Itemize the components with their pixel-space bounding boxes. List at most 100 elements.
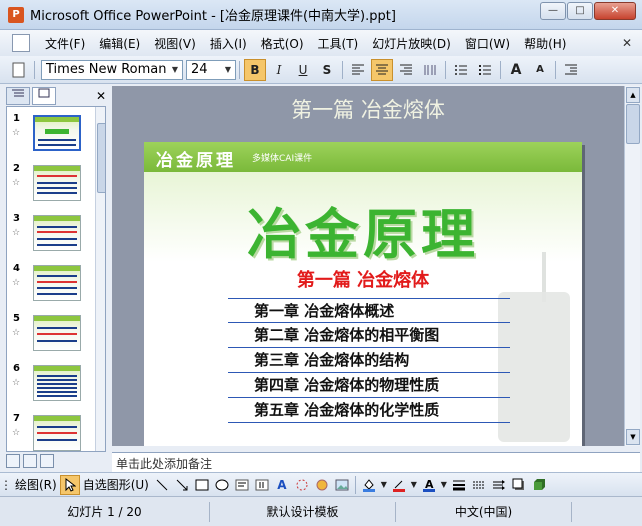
slide-thumbnail[interactable]: 7 ☆ [7,413,91,451]
arrow-style-icon[interactable] [489,475,509,495]
slide-big-title[interactable]: 冶金原理 [144,190,582,269]
diagram-icon[interactable] [292,475,312,495]
line-color-icon[interactable] [389,475,409,495]
animation-star-icon: ☆ [12,428,21,438]
menu-window[interactable]: 窗口(W) [458,35,517,52]
slide-header-title: 冶金原理 [156,151,236,171]
animation-star-icon: ☆ [12,378,21,388]
3d-style-icon[interactable] [529,475,549,495]
font-name-select[interactable]: Times New Roman ▼ [41,59,183,80]
slide-number: 6 [13,363,20,374]
menu-slideshow[interactable]: 幻灯片放映(D) [365,35,458,52]
scrollbar-thumb[interactable] [626,104,640,144]
chapter-item[interactable]: 第二章 冶金熔体的相平衡图 [228,323,510,348]
distribute-icon[interactable] [419,59,441,81]
grow-font-button[interactable]: A [505,59,527,81]
slide-subtitle[interactable]: 第一篇 冶金熔体 [144,266,582,292]
wordart-icon[interactable]: A [272,475,292,495]
chapter-item[interactable]: 第五章 冶金熔体的化学性质 [228,398,510,423]
chevron-down-icon[interactable]: ▼ [409,475,419,495]
toolbar-separator [354,475,356,494]
select-pointer-icon[interactable] [59,474,80,495]
menu-insert[interactable]: 插入(I) [203,35,254,52]
menu-file[interactable]: 文件(F) [38,35,92,52]
shadow-button[interactable]: S [316,59,338,81]
minimize-button[interactable]: — [540,2,566,20]
arrow-tool-icon[interactable] [172,475,192,495]
menu-edit[interactable]: 编辑(E) [92,35,147,52]
chevron-down-icon[interactable]: ▼ [379,475,389,495]
document-close-button[interactable]: ✕ [622,36,632,50]
bullets-icon[interactable] [474,59,496,81]
pane-close-button[interactable]: ✕ [96,89,106,103]
slide-thumbnail[interactable]: 4 ☆ [7,263,91,309]
line-tool-icon[interactable] [152,475,172,495]
thumbnail-scrollbar[interactable] [95,107,105,451]
underline-button[interactable]: U [292,59,314,81]
clipart-icon[interactable] [312,475,332,495]
textbox-tool-icon[interactable] [232,475,252,495]
menu-format[interactable]: 格式(O) [254,35,311,52]
notes-pane[interactable]: 单击此处添加备注 [112,452,640,472]
dash-style-icon[interactable] [469,475,489,495]
vertical-textbox-icon[interactable] [252,475,272,495]
slides-thumbnail-pane[interactable]: 1 ☆ 2 ☆ 3 ☆ 4 ☆ 5 ☆ 6 ☆ 7 ☆ [6,106,106,452]
line-style-icon[interactable] [449,475,469,495]
fill-color-icon[interactable] [359,475,379,495]
align-left-icon[interactable] [347,59,369,81]
slide-sorter-view-icon[interactable] [23,454,37,468]
language-status: 中文(中国) [396,501,572,522]
maximize-button[interactable]: □ [567,2,593,20]
slide-preview [33,115,81,151]
chevron-down-icon[interactable]: ▼ [439,475,449,495]
font-color-icon[interactable]: A [419,475,439,495]
align-right-icon[interactable] [395,59,417,81]
slide-thumbnail[interactable]: 6 ☆ [7,363,91,409]
animation-star-icon: ☆ [12,128,21,138]
toolbar-grip-icon: ⋮ [0,477,12,492]
title-bar: P Microsoft Office PowerPoint - [冶金原理课件(… [0,0,642,30]
align-center-icon[interactable] [371,58,393,81]
workspace-title[interactable]: 第一篇 冶金熔体 [112,94,624,124]
font-size-select[interactable]: 24 ▼ [186,59,236,80]
scrollbar-thumb[interactable] [97,123,105,193]
scroll-down-icon[interactable]: ▼ [626,429,640,445]
chapter-item[interactable]: 第一章 冶金熔体概述 [228,298,510,323]
outline-tab-icon[interactable] [6,87,30,105]
picture-icon[interactable] [332,475,352,495]
menu-view[interactable]: 视图(V) [147,35,203,52]
chapter-item[interactable]: 第三章 冶金熔体的结构 [228,348,510,373]
decrease-indent-icon[interactable] [560,59,582,81]
close-button[interactable]: ✕ [594,2,636,20]
slide-thumbnail[interactable]: 5 ☆ [7,313,91,359]
slideshow-view-icon[interactable] [40,454,54,468]
document-icon[interactable] [12,34,30,52]
chapter-list[interactable]: 第一章 冶金熔体概述 第二章 冶金熔体的相平衡图 第三章 冶金熔体的结构 第四章… [228,298,510,423]
font-size-value: 24 [191,62,208,77]
menu-help[interactable]: 帮助(H) [517,35,573,52]
toolbar-separator [555,60,556,79]
slide-thumbnail[interactable]: 3 ☆ [7,213,91,259]
slide-scrollbar[interactable]: ▲ ▼ [624,86,640,446]
italic-button[interactable]: I [268,59,290,81]
chapter-item[interactable]: 第四章 冶金熔体的物理性质 [228,373,510,398]
normal-view-icon[interactable] [6,454,20,468]
rectangle-tool-icon[interactable] [192,475,212,495]
slides-tab-icon[interactable] [32,87,56,105]
slide-canvas[interactable]: 冶金原理 多媒体CAI课件 冶金原理 第一篇 冶金熔体 第一章 冶金熔体概述 第… [144,142,582,446]
shrink-font-button[interactable]: A [529,59,551,81]
scroll-up-icon[interactable]: ▲ [626,87,640,103]
oval-tool-icon[interactable] [212,475,232,495]
chevron-down-icon: ▼ [224,65,232,74]
new-document-icon[interactable] [8,59,30,81]
slide-editing-area[interactable]: 第一篇 冶金熔体 冶金原理 多媒体CAI课件 冶金原理 第一篇 冶金熔体 第一章… [112,86,624,446]
slide-thumbnail[interactable]: 2 ☆ [7,163,91,209]
bold-button[interactable]: B [244,58,266,81]
draw-menu-button[interactable]: 绘图(R) [12,476,60,493]
slide-number: 2 [13,163,20,174]
autoshapes-menu-button[interactable]: 自选图形(U) [80,476,152,493]
shadow-style-icon[interactable] [509,475,529,495]
numbering-icon[interactable] [450,59,472,81]
slide-thumbnail[interactable]: 1 ☆ [7,113,91,159]
menu-tools[interactable]: 工具(T) [311,35,366,52]
